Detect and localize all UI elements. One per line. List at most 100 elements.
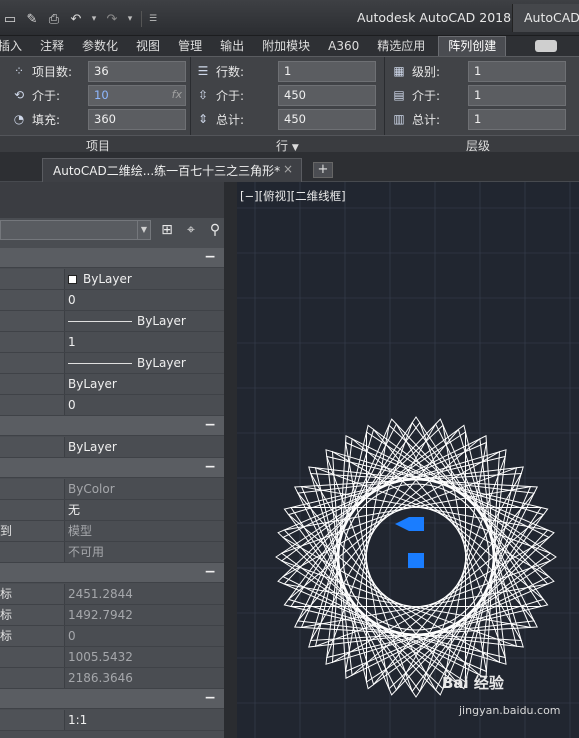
property-row[interactable]: ByLayer [0,437,224,458]
rows-icon: ☰ [197,64,209,78]
toggle-pickadd-icon[interactable]: ⊞ [158,221,176,239]
row-spacing-icon: ⇳ [197,88,209,102]
item-between-row: ⟲ 介于: 10 fx [10,84,186,106]
row-total-input[interactable]: 450 [278,108,376,130]
property-row[interactable]: ByLayer [0,374,224,395]
property-value[interactable]: ByLayer [68,269,132,289]
property-value[interactable]: ByLayer [68,311,186,331]
object-type-select[interactable]: ▼ [0,220,151,240]
property-row[interactable]: 1 [0,332,224,353]
property-value[interactable]: 1 [68,332,76,352]
property-value[interactable]: 1492.7942 [68,605,133,625]
collapse-icon[interactable]: − [204,249,216,265]
level-count-input[interactable]: 1 [468,60,566,82]
property-value[interactable]: 1005.5432 [68,647,133,667]
formula-icon[interactable]: fx [172,88,182,101]
property-value[interactable]: 0 [68,290,76,310]
tab-annotate[interactable]: 注释 [31,36,73,56]
property-row[interactable]: 不可用 [0,542,224,563]
property-row[interactable]: 标 1492.7942 [0,605,224,626]
property-value[interactable]: 2186.3646 [68,668,133,688]
tab-parametric[interactable]: 参数化 [73,36,127,56]
property-value[interactable]: ByColor [68,479,115,499]
property-value[interactable]: 0 [68,395,76,415]
tab-addins[interactable]: 附加模块 [253,36,319,56]
property-row[interactable]: 到模型 [0,521,224,542]
property-row[interactable]: 0 [0,290,224,311]
document-tab-strip: AutoCAD二维绘...练一百七十三之三角形* × + [0,152,579,182]
section-3d[interactable]: − [0,416,224,436]
collapse-icon[interactable]: − [204,564,216,580]
close-icon[interactable]: × [283,162,293,176]
level-spacing-icon: ▤ [393,88,405,102]
tab-a360[interactable]: A360 [319,36,368,56]
property-key: 标 [0,584,65,604]
property-row[interactable]: 2186.3646 [0,668,224,689]
property-key [0,269,65,289]
property-row[interactable]: 0 [0,395,224,416]
property-row[interactable]: ByLayer [0,311,224,332]
row-count-input[interactable]: 1 [278,60,376,82]
array-base-grip [408,553,424,568]
property-row[interactable]: ByLayer [0,269,224,290]
document-tab[interactable]: AutoCAD二维绘...练一百七十三之三角形* × [42,158,302,182]
save-icon[interactable]: ▭ [0,9,20,29]
level-between-input[interactable]: 1 [468,84,566,106]
property-value[interactable]: 2451.2844 [68,584,133,604]
property-value[interactable]: ByLayer [68,353,186,373]
row-between-row: ⇳ 介于: 450 [194,84,376,106]
property-value[interactable]: 无 [68,500,80,520]
tab-output[interactable]: 输出 [211,36,253,56]
level-count-row: ▦ 级别: 1 [390,60,566,82]
select-objects-icon[interactable]: ⌖ [182,221,200,239]
tab-array-creation[interactable]: 阵列创建 [438,36,507,56]
property-value[interactable]: 不可用 [68,542,104,562]
tab-insert[interactable]: 插入 [0,36,31,56]
quick-select-icon[interactable]: ⚲ [206,221,224,239]
property-value-text: 0 [68,293,76,307]
property-row[interactable]: 标0 [0,626,224,647]
section-plot[interactable]: − [0,458,224,478]
customize-icon[interactable]: ☰ [147,9,159,29]
ribbon-group-labels: 项目 行 ▼ 层级 [0,135,579,153]
print-icon[interactable]: ⎙ [44,9,64,29]
property-value[interactable]: 模型 [68,521,92,541]
redo-icon[interactable]: ↷ [102,9,122,29]
edit-icon[interactable]: ✎ [22,9,42,29]
item-count-input[interactable]: 36 [88,60,186,82]
property-row[interactable]: ByColor [0,479,224,500]
tab-featured-apps[interactable]: 精选应用 [368,36,434,56]
row-between-input[interactable]: 450 [278,84,376,106]
item-fill-input[interactable]: 360 [88,108,186,130]
viewport-controls-label[interactable]: [−][俯视][二维线框] [240,188,346,204]
redo-dropdown-icon[interactable]: ▾ [124,9,136,29]
property-value[interactable]: ByLayer [68,437,117,457]
property-value-text: ByColor [68,482,115,496]
property-row[interactable]: 1005.5432 [0,647,224,668]
collapse-icon[interactable]: − [204,690,216,706]
property-row[interactable]: ByLayer [0,353,224,374]
section-view[interactable]: − [0,563,224,583]
palette-splitter[interactable] [224,182,237,738]
property-row[interactable]: 1:1 [0,710,224,731]
undo-icon[interactable]: ↶ [66,9,86,29]
property-value[interactable]: 1:1 [68,710,87,730]
collapse-icon[interactable]: − [204,459,216,475]
collapse-icon[interactable]: − [204,417,216,433]
item-between-input[interactable]: 10 fx [88,84,186,106]
property-row[interactable]: 标 2451.2844 [0,584,224,605]
ribbon-options-icon[interactable] [535,40,557,52]
watermark-logo: Bai 经验 [442,674,504,692]
section-general[interactable]: − [0,248,224,268]
property-value[interactable]: ByLayer [68,374,117,394]
section-misc[interactable]: − [0,689,224,709]
property-value[interactable]: 0 [68,626,76,646]
drawing-canvas[interactable]: [−][俯视][二维线框] Bai 经验 jingyan.baidu.com [237,182,579,738]
property-row[interactable]: 无 [0,500,224,521]
new-tab-button[interactable]: + [313,162,333,178]
item-count-row: ⁘ 项目数: 36 [10,60,186,82]
tab-manage[interactable]: 管理 [169,36,211,56]
undo-dropdown-icon[interactable]: ▾ [88,9,100,29]
level-total-input[interactable]: 1 [468,108,566,130]
tab-view[interactable]: 视图 [127,36,169,56]
